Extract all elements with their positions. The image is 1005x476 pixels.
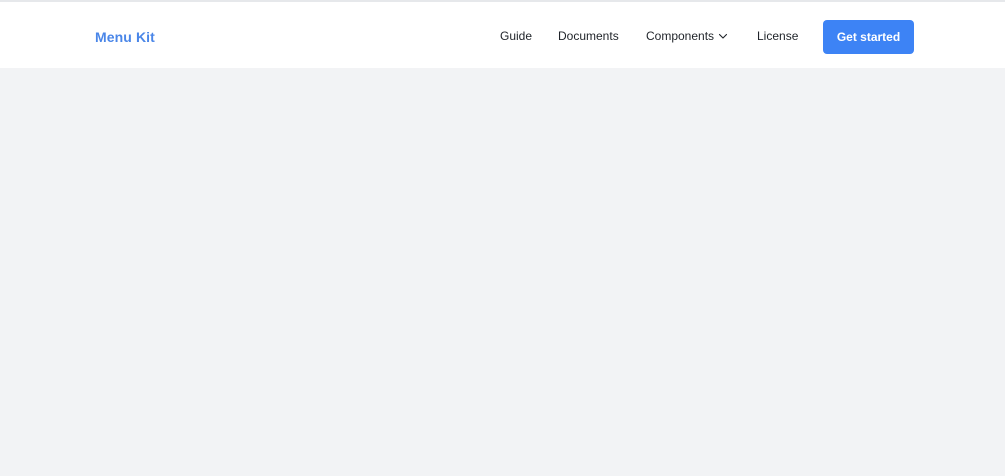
top-navigation-bar: Menu Kit Guide Documents Components Lice… bbox=[0, 0, 1005, 68]
nav-components-label: Components bbox=[646, 29, 715, 43]
empty-content-area bbox=[0, 68, 1005, 476]
nav-components-dropdown[interactable]: Components bbox=[646, 18, 728, 54]
nav-documents-link[interactable]: Documents bbox=[558, 18, 619, 54]
chevron-down-icon bbox=[718, 33, 728, 39]
nav-guide-link[interactable]: Guide bbox=[500, 18, 532, 54]
nav-license-link[interactable]: License bbox=[757, 18, 798, 54]
main-navigation: Guide Documents Components License Get s… bbox=[0, 18, 1005, 54]
get-started-button[interactable]: Get started bbox=[823, 20, 914, 54]
